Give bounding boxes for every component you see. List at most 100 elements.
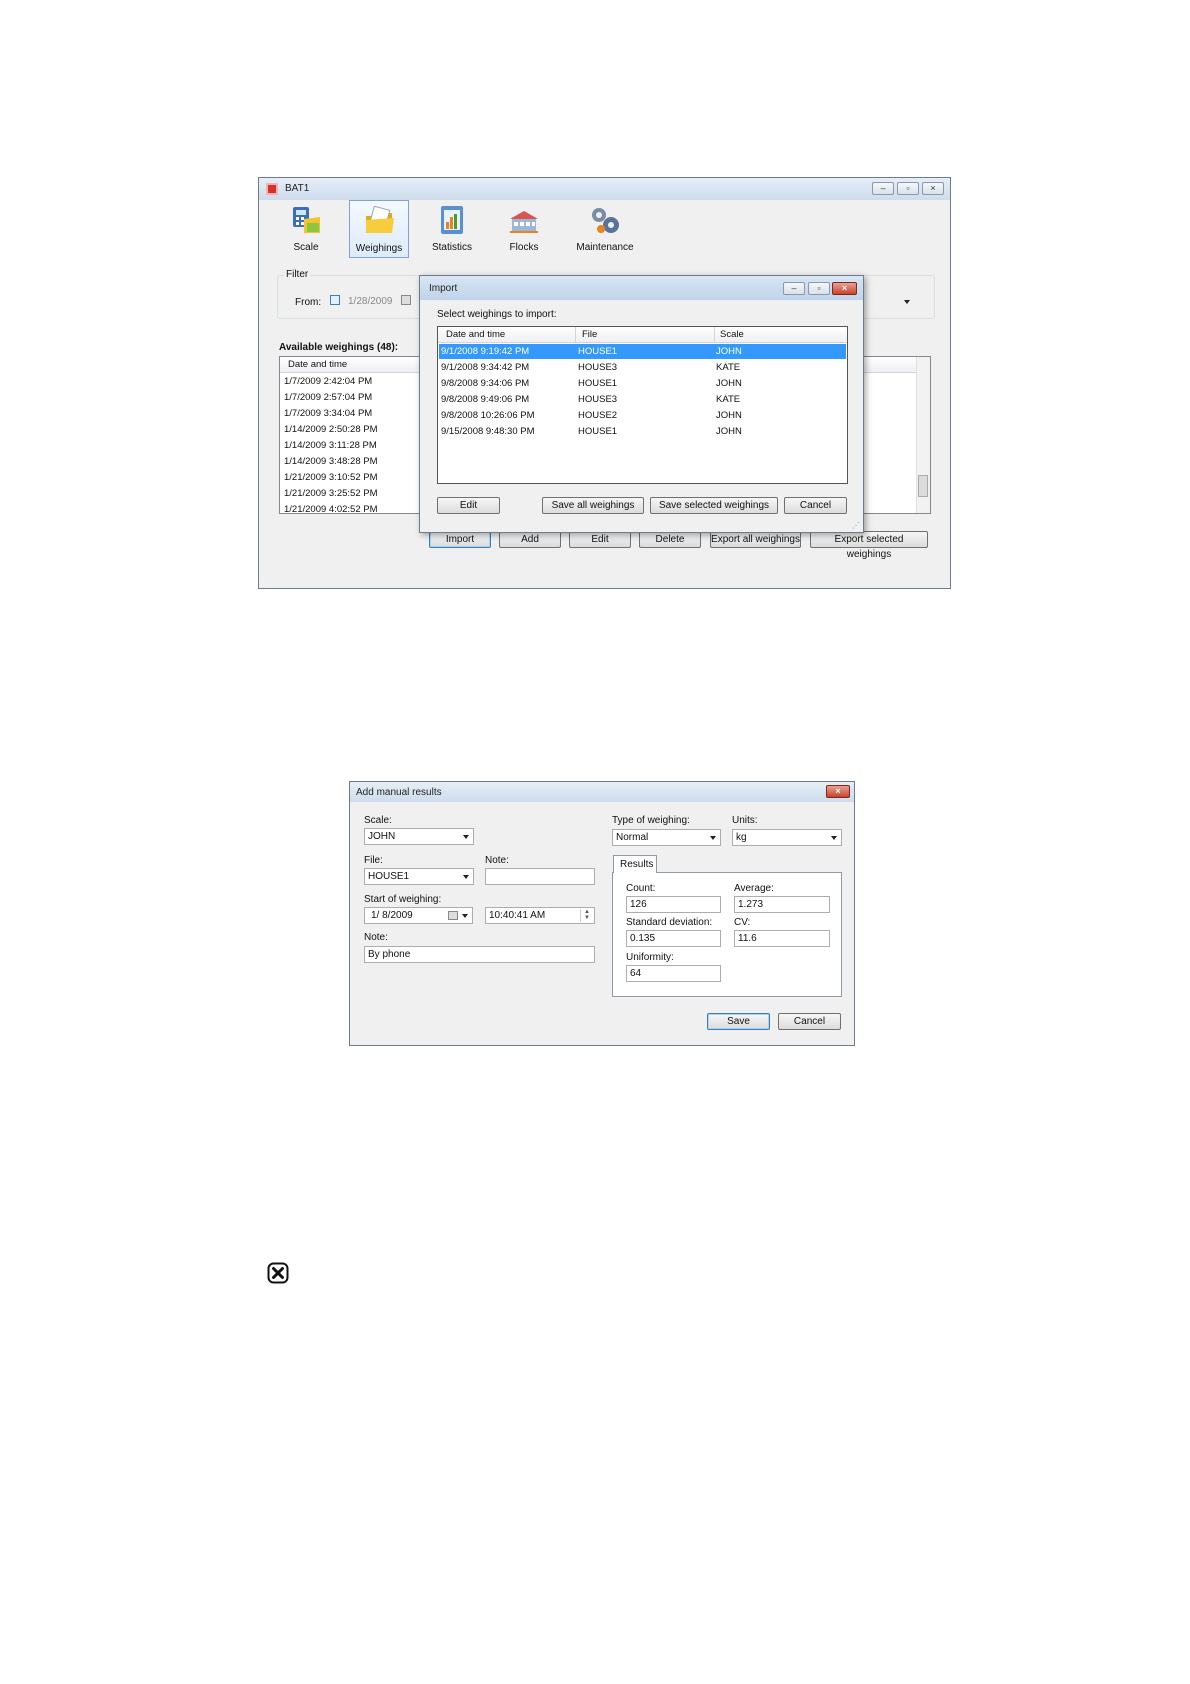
toolbar-flocks[interactable]: Flocks [494, 200, 554, 258]
save-all-button[interactable]: Save all weighings [542, 497, 644, 514]
column-divider[interactable] [575, 327, 576, 342]
import-weighings-list[interactable]: Date and time File Scale 9/1/2008 9:19:4… [437, 326, 848, 484]
statistics-icon [441, 206, 463, 234]
row-date: 9/8/2008 9:49:06 PM [441, 394, 530, 405]
chevron-down-icon [463, 875, 469, 879]
column-divider[interactable] [714, 327, 715, 342]
toolbar-scale-label: Scale [293, 242, 319, 253]
standard-deviation-label: Standard deviation: [626, 917, 713, 928]
import-button[interactable]: Import [429, 531, 491, 548]
manual-close-button[interactable]: × [826, 785, 850, 798]
file-note-input[interactable] [485, 868, 595, 885]
scale-combo[interactable]: JOHN [364, 828, 474, 845]
units-combo[interactable]: kg [732, 829, 842, 846]
results-tab[interactable]: Results [613, 855, 657, 873]
calendar-icon[interactable] [401, 295, 411, 305]
file-combo[interactable]: HOUSE1 [364, 868, 474, 885]
start-date-value: 1/ 8/2009 [371, 910, 413, 921]
row-scale: JOHN [716, 378, 742, 389]
filter-group-label: Filter [284, 269, 311, 280]
row-file: HOUSE1 [578, 378, 618, 389]
table-row[interactable]: 9/8/2008 10:26:06 PM HOUSE2 JOHN [439, 408, 846, 423]
export-all-button[interactable]: Export all weighings [710, 531, 801, 548]
start-time-picker[interactable]: 10:40:41 AM ▲ ▼ [485, 907, 595, 924]
import-minimize-button[interactable]: – [783, 282, 805, 295]
from-date-value: 1/28/2009 [348, 296, 393, 307]
note-label: Note: [364, 932, 388, 943]
table-row[interactable]: 9/8/2008 9:34:06 PM HOUSE1 JOHN [439, 376, 846, 391]
scale-icon [293, 207, 320, 233]
filter-combo-arrow[interactable] [895, 294, 917, 309]
export-selected-button[interactable]: Export selected weighings [810, 531, 928, 560]
row-date: 1/14/2009 2:50:28 PM [284, 424, 378, 435]
import-column-scale[interactable]: Scale [720, 329, 744, 340]
import-close-button[interactable]: × [832, 282, 857, 295]
start-time-value: 10:40:41 AM [489, 910, 546, 921]
close-button[interactable]: × [922, 182, 944, 195]
row-scale: JOHN [716, 346, 742, 357]
scrollbar[interactable] [916, 357, 930, 513]
save-selected-button[interactable]: Save selected weighings [650, 497, 778, 514]
row-file: HOUSE3 [578, 362, 618, 373]
toolbar-scale[interactable]: Scale [276, 200, 336, 258]
calendar-icon[interactable] [448, 911, 458, 920]
toolbar-weighings[interactable]: Weighings [349, 200, 409, 258]
table-row[interactable]: 9/1/2008 9:34:42 PM HOUSE3 KATE [439, 360, 846, 375]
column-header-date[interactable]: Date and time [288, 359, 347, 370]
cv-input[interactable]: 11.6 [734, 930, 830, 947]
cancel-button[interactable]: Cancel [778, 1013, 841, 1030]
results-panel: Count: 126 Average: 1.273 Standard devia… [612, 872, 842, 997]
import-titlebar[interactable]: Import – ▫ × [420, 276, 863, 300]
toolbar-maintenance[interactable]: Maintenance [569, 200, 641, 258]
manual-titlebar[interactable]: Add manual results × [350, 782, 854, 802]
chevron-down-icon [462, 914, 468, 918]
add-button[interactable]: Add [499, 531, 561, 548]
average-input[interactable]: 1.273 [734, 896, 830, 913]
import-edit-button[interactable]: Edit [437, 497, 500, 514]
row-date: 9/1/2008 9:19:42 PM [441, 346, 530, 357]
table-row[interactable]: 9/8/2008 9:49:06 PM HOUSE3 KATE [439, 392, 846, 407]
table-row[interactable]: 9/1/2008 9:19:42 PM HOUSE1 JOHN [439, 344, 846, 359]
delete-button[interactable]: Delete [639, 531, 701, 548]
count-input[interactable]: 126 [626, 896, 721, 913]
toolbar-maintenance-label: Maintenance [576, 242, 634, 253]
type-of-weighing-value: Normal [616, 832, 649, 843]
import-cancel-button[interactable]: Cancel [784, 497, 847, 514]
resize-grip-icon[interactable]: ⋰ [852, 521, 860, 530]
add-manual-results-dialog: Add manual results × Scale: JOHN File: H… [349, 781, 855, 1046]
file-note-label: Note: [485, 855, 509, 866]
available-weighings-label: Available weighings (48): [279, 342, 399, 353]
row-date: 1/21/2009 3:10:52 PM [284, 472, 378, 483]
maximize-button[interactable]: ▫ [897, 182, 919, 195]
chevron-down-icon [463, 835, 469, 839]
toolbar-statistics[interactable]: Statistics [422, 200, 482, 258]
import-column-file[interactable]: File [582, 329, 597, 340]
import-maximize-button[interactable]: ▫ [808, 282, 830, 295]
row-file: HOUSE1 [578, 346, 618, 357]
import-column-date[interactable]: Date and time [446, 329, 505, 340]
edit-button[interactable]: Edit [569, 531, 631, 548]
toolbar-flocks-label: Flocks [509, 242, 539, 253]
from-checkbox[interactable] [330, 295, 340, 305]
row-date: 9/1/2008 9:34:42 PM [441, 362, 530, 373]
import-dialog: Import – ▫ × Select weighings to import:… [419, 275, 864, 533]
note-input[interactable]: By phone [364, 946, 595, 963]
type-of-weighing-combo[interactable]: Normal [612, 829, 721, 846]
scroll-thumb[interactable] [918, 475, 928, 497]
close-icon [267, 1262, 289, 1284]
save-button[interactable]: Save [707, 1013, 770, 1030]
units-value: kg [736, 832, 747, 843]
uniformity-input[interactable]: 64 [626, 965, 721, 982]
minimize-button[interactable]: – [872, 182, 894, 195]
row-file: HOUSE2 [578, 410, 618, 421]
standard-deviation-input[interactable]: 0.135 [626, 930, 721, 947]
from-label: From: [295, 297, 322, 308]
manual-title: Add manual results [356, 787, 442, 798]
row-date: 1/7/2009 3:34:04 PM [284, 408, 373, 419]
bat1-titlebar[interactable]: BAT1 – ▫ × [259, 178, 950, 200]
table-row[interactable]: 9/15/2008 9:48:30 PM HOUSE1 JOHN [439, 424, 846, 439]
count-label: Count: [626, 883, 656, 894]
time-spinner[interactable]: ▲ ▼ [580, 909, 593, 922]
average-label: Average: [734, 883, 774, 894]
start-date-picker[interactable]: 1/ 8/2009 [364, 907, 473, 924]
